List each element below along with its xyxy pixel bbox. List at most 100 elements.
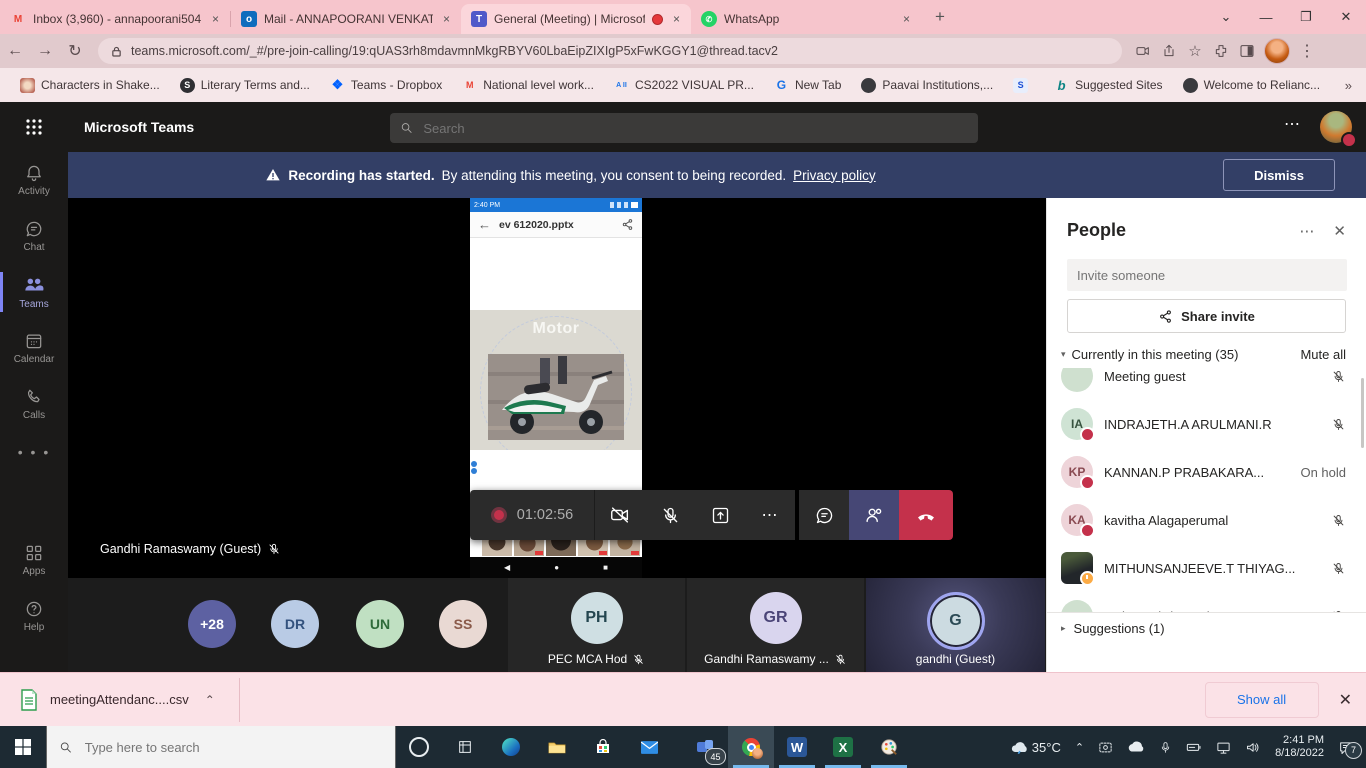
- browser-menu-icon[interactable]: ⋮: [1294, 41, 1320, 61]
- mic-off-icon[interactable]: [1331, 369, 1346, 384]
- participant-tile[interactable]: PH PEC MCA Hod: [508, 578, 685, 672]
- bookmark-item[interactable]: G New Tab: [766, 75, 849, 96]
- battery-icon[interactable]: [1179, 741, 1209, 753]
- participant-row[interactable]: IA INDRAJETH.A ARULMANI.R: [1047, 400, 1366, 448]
- bookmark-star-icon[interactable]: ☆: [1182, 42, 1208, 60]
- cortana-button[interactable]: [396, 726, 442, 768]
- people-panel-more-icon[interactable]: ⋯: [1299, 222, 1315, 240]
- tab-teams-active[interactable]: T General (Meeting) | Microsof ×: [461, 4, 691, 34]
- download-caret-icon[interactable]: ⌃: [205, 693, 215, 707]
- minimize-button[interactable]: —: [1246, 10, 1286, 25]
- new-tab-button[interactable]: +: [927, 4, 953, 30]
- participant-tile[interactable]: GR Gandhi Ramaswamy ...: [687, 578, 864, 672]
- tab-gmail[interactable]: M Inbox (3,960) - annapoorani504@ ×: [0, 4, 230, 34]
- reload-button[interactable]: ↻: [60, 41, 90, 61]
- mute-all-button[interactable]: Mute all: [1300, 347, 1346, 362]
- taskbar-clock[interactable]: 2:41 PM 8/18/2022: [1267, 734, 1332, 760]
- browser-profile-avatar[interactable]: [1264, 38, 1290, 64]
- app-launcher-icon[interactable]: [0, 118, 68, 136]
- people-panel-close-icon[interactable]: ✕: [1333, 222, 1346, 240]
- participant-avatar[interactable]: UN: [356, 600, 404, 648]
- phone-back-icon[interactable]: ←: [478, 217, 491, 232]
- bookmark-item[interactable]: ❖ Teams - Dropbox: [322, 75, 450, 96]
- tab-outlook[interactable]: o Mail - ANNAPOORANI VENKATE ×: [231, 4, 461, 34]
- task-view-button[interactable]: [442, 726, 488, 768]
- bookmark-item[interactable]: S: [1005, 75, 1042, 96]
- participant-row[interactable]: Mohan mk (Guest): [1047, 592, 1366, 612]
- taskbar-search-box[interactable]: [46, 726, 396, 768]
- show-all-button[interactable]: Show all: [1205, 682, 1319, 718]
- extensions-icon[interactable]: [1208, 43, 1234, 59]
- rail-item-calls[interactable]: Calls: [0, 376, 68, 432]
- word-taskbar-button[interactable]: W: [774, 726, 820, 768]
- side-panel-icon[interactable]: [1234, 43, 1260, 59]
- back-button[interactable]: ←: [0, 42, 30, 60]
- bookmark-item[interactable]: S Literary Terms and...: [172, 75, 318, 96]
- chrome-taskbar-button-active[interactable]: [728, 726, 774, 768]
- tab-close-icon[interactable]: ×: [209, 12, 222, 26]
- mic-off-icon[interactable]: [1331, 561, 1346, 576]
- volume-icon[interactable]: [1238, 741, 1267, 754]
- participant-tile-speaking[interactable]: G gandhi (Guest): [866, 578, 1045, 672]
- action-center-button[interactable]: 7: [1332, 740, 1366, 755]
- hang-up-button[interactable]: [899, 490, 953, 540]
- rail-more-icon[interactable]: • • •: [0, 432, 68, 472]
- mail-button[interactable]: [626, 726, 672, 768]
- android-home-icon[interactable]: ●: [554, 563, 559, 572]
- network-icon[interactable]: [1209, 741, 1238, 754]
- rail-item-chat[interactable]: Chat: [0, 208, 68, 264]
- bookmarks-overflow-icon[interactable]: »: [1345, 78, 1352, 93]
- bookmark-item[interactable]: Welcome to Relianc...: [1175, 75, 1329, 96]
- people-button-active[interactable]: [849, 490, 899, 540]
- start-button[interactable]: [0, 726, 46, 768]
- invite-someone-input[interactable]: [1067, 259, 1347, 291]
- mic-toggle-button[interactable]: [645, 490, 695, 540]
- share-page-icon[interactable]: [1156, 43, 1182, 59]
- more-actions-button[interactable]: ⋯: [745, 490, 795, 540]
- excel-taskbar-button[interactable]: X: [820, 726, 866, 768]
- tab-close-icon[interactable]: ×: [440, 12, 453, 26]
- restore-button[interactable]: ❐: [1286, 9, 1326, 25]
- rail-item-calendar[interactable]: Calendar: [0, 320, 68, 376]
- profile-chevron-icon[interactable]: ⌄: [1206, 9, 1246, 25]
- forward-button[interactable]: →: [30, 42, 60, 60]
- tray-expand-icon[interactable]: ⌃: [1068, 741, 1091, 754]
- bookmark-item[interactable]: A II CS2022 VISUAL PR...: [606, 75, 762, 96]
- meet-now-icon[interactable]: [1091, 740, 1120, 755]
- teams-taskbar-button[interactable]: 45: [682, 726, 728, 768]
- section-collapse-icon[interactable]: ▾: [1061, 349, 1066, 360]
- android-recents-icon[interactable]: ■: [603, 563, 608, 572]
- participant-avatar[interactable]: SS: [439, 600, 487, 648]
- weather-widget[interactable]: 35°C: [1003, 740, 1068, 755]
- rail-item-help[interactable]: Help: [0, 588, 68, 644]
- share-screen-button[interactable]: [695, 490, 745, 540]
- tab-close-icon[interactable]: ×: [900, 12, 913, 26]
- edge-taskbar-button[interactable]: [488, 726, 534, 768]
- camera-toggle-button[interactable]: [595, 490, 645, 540]
- chat-button[interactable]: [799, 490, 849, 540]
- suggestions-section[interactable]: ▸ Suggestions (1): [1047, 612, 1366, 643]
- dismiss-button[interactable]: Dismiss: [1223, 159, 1335, 191]
- taskbar-search-input[interactable]: [83, 739, 383, 756]
- microphone-tray-icon[interactable]: [1152, 741, 1179, 754]
- share-invite-button[interactable]: Share invite: [1067, 299, 1346, 333]
- mic-off-icon[interactable]: [1331, 609, 1346, 613]
- download-bar-close-icon[interactable]: ✕: [1339, 690, 1352, 710]
- people-scrollbar[interactable]: [1361, 378, 1364, 448]
- mic-off-icon[interactable]: [1331, 513, 1346, 528]
- rail-item-teams-active[interactable]: Teams: [0, 264, 68, 320]
- privacy-policy-link[interactable]: Privacy policy: [793, 168, 876, 183]
- paint-taskbar-button[interactable]: [866, 726, 912, 768]
- rail-item-apps[interactable]: Apps: [0, 532, 68, 588]
- bookmark-item[interactable]: Paavai Institutions,...: [853, 75, 1001, 96]
- phone-share-icon[interactable]: [621, 218, 634, 231]
- download-item[interactable]: meetingAttendanc....csv ⌃: [20, 689, 215, 711]
- microsoft-store-button[interactable]: [580, 726, 626, 768]
- tab-media-icon[interactable]: [1130, 43, 1156, 59]
- overflow-participants-avatar[interactable]: +28: [188, 600, 236, 648]
- bookmark-item[interactable]: b Suggested Sites: [1046, 75, 1170, 96]
- address-bar[interactable]: teams.microsoft.com/_#/pre-join-calling/…: [98, 38, 1122, 64]
- bookmark-item[interactable]: M National level work...: [454, 75, 602, 96]
- tab-whatsapp[interactable]: ✆ WhatsApp ×: [691, 4, 921, 34]
- close-window-button[interactable]: ✕: [1326, 9, 1366, 25]
